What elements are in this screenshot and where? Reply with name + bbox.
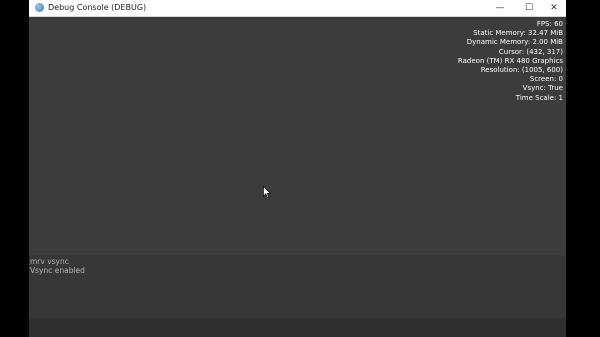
app-icon xyxy=(35,3,44,12)
cursor-readout: Cursor: (432, 317) xyxy=(498,47,563,56)
maximize-button[interactable]: ☐ xyxy=(516,0,542,16)
title-bar[interactable]: Debug Console (DEBUG) — ☐ ✕ xyxy=(29,0,566,17)
stats-overlay: FPS: 60 Static Memory: 32.47 MiB Dynamic… xyxy=(458,20,563,103)
resolution-readout: Resolution: (1005, 600) xyxy=(480,66,563,75)
console-input[interactable] xyxy=(29,318,566,337)
gpu-readout: Radeon (TM) RX 480 Graphics xyxy=(457,56,563,65)
vsync-readout: Vsync: True xyxy=(522,84,563,93)
fps-readout: FPS: 60 xyxy=(536,20,563,28)
close-button[interactable]: ✕ xyxy=(541,0,566,16)
mouse-pointer-icon xyxy=(263,186,271,198)
debug-console-window: Debug Console (DEBUG) — ☐ ✕ FPS: 60 Stat… xyxy=(29,0,566,337)
dynamic-memory-readout: Dynamic Memory: 2.00 MiB xyxy=(466,38,563,47)
static-memory-readout: Static Memory: 32.47 MiB xyxy=(473,29,563,38)
minimize-button[interactable]: — xyxy=(487,0,513,16)
console-log: mrv vsync Vsync enabled xyxy=(29,255,566,318)
screen-readout: Screen: 0 xyxy=(529,75,563,84)
log-line: Vsync enabled xyxy=(30,266,85,275)
log-line: mrv vsync xyxy=(30,257,69,266)
game-viewport[interactable]: FPS: 60 Static Memory: 32.47 MiB Dynamic… xyxy=(29,17,566,255)
time-scale-readout: Time Scale: 1 xyxy=(515,93,563,102)
window-title: Debug Console (DEBUG) xyxy=(48,3,147,12)
